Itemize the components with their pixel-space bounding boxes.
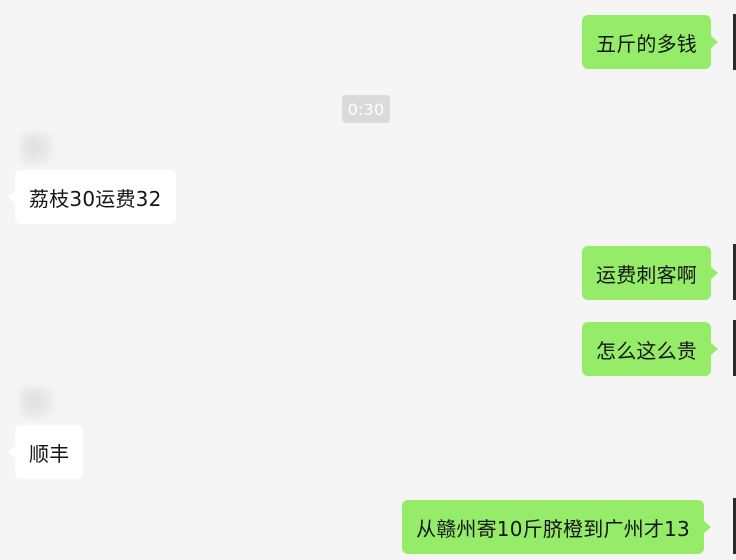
message-bubble-sent[interactable]: 运费刺客啊 xyxy=(582,246,718,300)
message-bubble-received[interactable]: 顺丰 xyxy=(7,425,84,479)
chat-window: 五斤的多钱 0:30 荔枝30运费32 运费刺客啊 怎么这么贵 顺丰 从赣州寄1… xyxy=(0,0,736,560)
message-bubble-sent[interactable]: 怎么这么贵 xyxy=(582,322,718,376)
message-text: 从赣州寄10斤脐橙到广州才13 xyxy=(416,516,690,541)
timestamp: 0:30 xyxy=(342,95,390,123)
message-text: 五斤的多钱 xyxy=(596,31,697,56)
message-bubble-sent[interactable]: 从赣州寄10斤脐橙到广州才13 xyxy=(402,500,711,554)
message-bubble-sent[interactable]: 五斤的多钱 xyxy=(582,15,718,69)
message-text: 顺丰 xyxy=(29,441,70,466)
contact-avatar[interactable] xyxy=(20,132,56,166)
message-text: 运费刺客啊 xyxy=(596,262,697,287)
message-bubble-received[interactable]: 荔枝30运费32 xyxy=(8,170,176,224)
contact-avatar[interactable] xyxy=(20,386,56,420)
message-text: 怎么这么贵 xyxy=(596,338,697,363)
message-text: 荔枝30运费32 xyxy=(29,186,162,211)
